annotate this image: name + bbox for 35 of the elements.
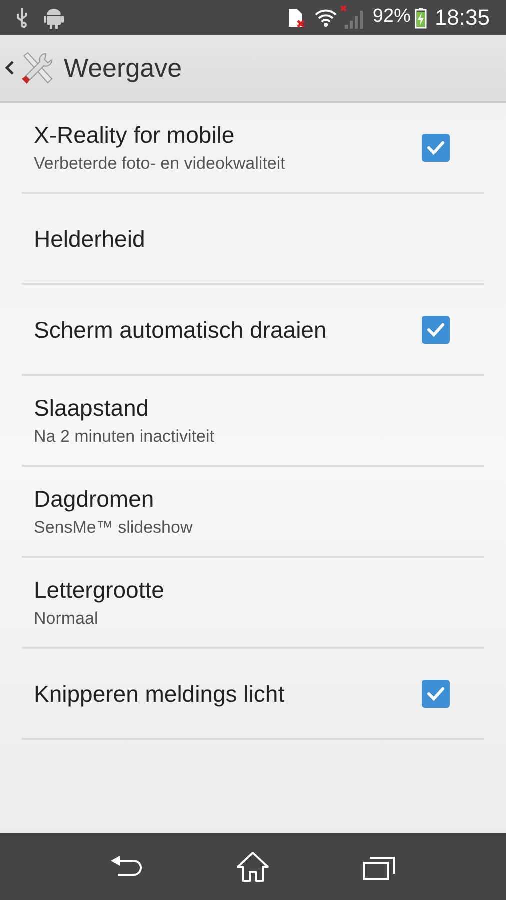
settings-item[interactable]: Dagdromen SensMe™ slideshow [22,467,484,558]
battery-charging-icon [414,6,427,28]
check-icon [427,686,445,700]
settings-item[interactable]: Slaapstand Na 2 minuten inactiviteit [22,376,484,467]
back-icon[interactable] [110,854,144,878]
setting-title: Lettergrootte [34,576,166,604]
setting-title: Slaapstand [34,394,150,422]
check-icon [427,322,445,336]
setting-title: Dagdromen [34,484,156,514]
battery-percentage: 92% [372,5,411,30]
android-icon [44,6,64,28]
settings-item[interactable]: Knipperen meldings licht [22,649,484,740]
setting-title: Helderheid [34,224,146,254]
setting-summary: Normaal [34,608,100,630]
settings-item[interactable]: Lettergrootte Normaal [22,558,484,649]
clock: 18:35 [434,4,490,32]
setting-summary: Verbeterde foto- en videokwaliteit [34,152,286,174]
sim-card-icon [286,6,307,28]
checkbox[interactable] [422,134,450,162]
wifi-icon [314,8,337,28]
settings-item[interactable]: X-Reality for mobile Verbeterde foto- en videokwaliteit [22,103,484,194]
usb-icon [16,6,28,28]
settings-item[interactable]: Helderheid [22,194,484,285]
home-icon[interactable] [236,850,270,882]
setting-title: Scherm automatisch draaien [34,316,328,344]
setting-title: X-Reality for mobile [34,120,236,150]
checkbox[interactable] [422,316,450,344]
screen-title: Weergave [64,52,182,84]
settings-item[interactable]: Scherm automatisch draaien [22,285,484,376]
setting-summary: SensMe™ slideshow [34,516,194,538]
setting-summary: Na 2 minuten inactiviteit [34,426,216,448]
check-icon [427,140,445,154]
checkbox[interactable] [422,680,450,708]
setting-title: Knipperen meldings licht [34,680,286,708]
signal-icon [340,6,365,30]
